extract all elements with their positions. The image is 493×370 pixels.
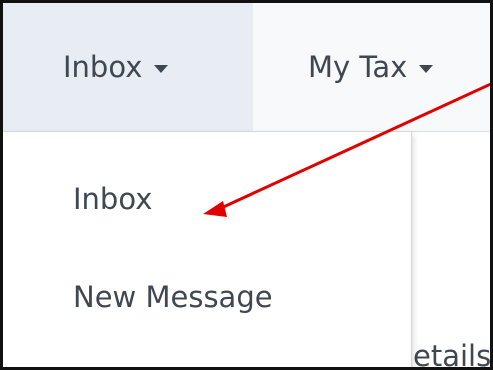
background-details-text: etails xyxy=(413,339,492,370)
nav-tab-my-tax[interactable]: My Tax xyxy=(308,3,434,131)
screenshot-frame: Inbox My Tax etails Inbox New Message xyxy=(0,0,493,370)
caret-down-icon xyxy=(419,65,434,73)
dropdown-item-inbox[interactable]: Inbox xyxy=(73,182,152,216)
nav-tab-label: Inbox xyxy=(63,50,143,84)
nav-tab-label: My Tax xyxy=(308,50,408,84)
dropdown-item-new-message[interactable]: New Message xyxy=(73,280,273,314)
nav-tab-inbox[interactable]: Inbox xyxy=(3,3,253,131)
caret-down-icon xyxy=(154,65,169,73)
inbox-dropdown-menu: Inbox New Message xyxy=(3,132,412,367)
top-navbar: Inbox My Tax xyxy=(3,3,490,132)
